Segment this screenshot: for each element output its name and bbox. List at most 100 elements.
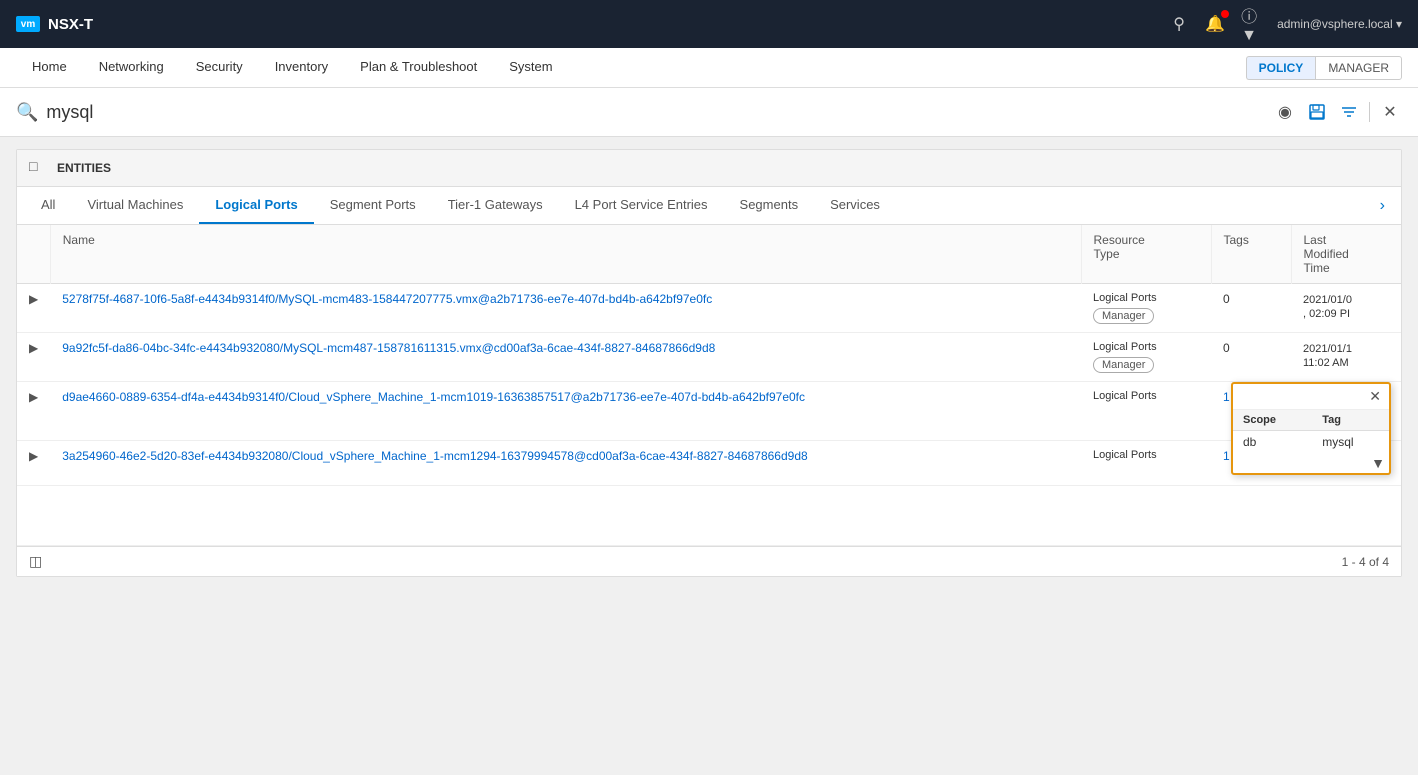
table-row: ▶ 5278f75f-4687-10f6-5a8f-e4434b9314f0/M… [17, 284, 1401, 333]
notification-badge [1221, 10, 1229, 18]
nav-mode-buttons: POLICY MANAGER [1246, 48, 1402, 87]
close-search-button[interactable]: ✕ [1378, 100, 1402, 124]
save-search-button[interactable] [1305, 100, 1329, 124]
tab-all[interactable]: All [25, 187, 71, 224]
content-area: □ ENTITIES All Virtual Machines Logical … [0, 137, 1418, 589]
layout-icon[interactable]: ◫ [29, 553, 42, 570]
row2-resource-type: Logical Ports [1093, 341, 1199, 353]
nav-networking-label: Networking [99, 59, 164, 74]
expand-row2-button[interactable]: ▶ [29, 341, 38, 355]
tab-segment-ports-label: Segment Ports [330, 197, 416, 212]
search-icon[interactable]: ⚲ [1169, 14, 1189, 34]
topbar: vm NSX-T ⚲ 🔔 ⓘ ▼ admin@vsphere.local ▾ [0, 0, 1418, 48]
tab-tier1-gateways-label: Tier-1 Gateways [448, 197, 543, 212]
expand-row4-button[interactable]: ▶ [29, 449, 38, 463]
tab-all-label: All [41, 197, 55, 212]
col-tags: Tags [1211, 225, 1291, 284]
tags-popup-header: ✕ [1233, 384, 1389, 410]
tab-segments[interactable]: Segments [724, 187, 815, 224]
empty-row [17, 486, 1401, 546]
row2-tags-count: 0 [1223, 341, 1230, 355]
table-row: ▶ d9ae4660-0889-6354-df4a-e4434b9314f0/C… [17, 382, 1401, 441]
popup-scroll-down[interactable]: ▼ [1233, 453, 1389, 473]
nav-inventory[interactable]: Inventory [259, 48, 344, 87]
scope-value: db [1233, 431, 1312, 454]
scope-col-header: Scope [1233, 410, 1312, 431]
manager-button[interactable]: MANAGER [1315, 56, 1402, 80]
results-table: Name Resource Type Tags Last Modified Ti… [17, 225, 1401, 546]
row3-tags-count[interactable]: 1 [1223, 390, 1230, 404]
col-resource-type: Resource Type [1081, 225, 1211, 284]
col-last-modified: Last Modified Time [1291, 225, 1401, 284]
app-logo: vm NSX-T [16, 16, 93, 33]
user-menu[interactable]: admin@vsphere.local ▾ [1277, 17, 1402, 31]
tab-logical-ports[interactable]: Logical Ports [199, 187, 313, 224]
tabs-row: All Virtual Machines Logical Ports Segme… [17, 187, 1401, 225]
search-actions: ◉ ✕ [1273, 100, 1402, 124]
row1-resource-type: Logical Ports [1093, 292, 1199, 304]
search-bar: 🔍 ◉ ✕ [0, 88, 1418, 137]
tag-value: mysql [1312, 431, 1389, 454]
entities-header: □ ENTITIES [17, 150, 1401, 187]
row4-tags-count[interactable]: 1 [1223, 449, 1230, 463]
row4-resource-type: Logical Ports [1093, 449, 1199, 461]
tags-popup-close-button[interactable]: ✕ [1369, 388, 1381, 405]
row1-date: 2021/01/0 , 02:09 PI [1303, 294, 1352, 320]
search-input[interactable] [46, 102, 1263, 123]
tab-tier1-gateways[interactable]: Tier-1 Gateways [432, 187, 559, 224]
nav-home-label: Home [32, 59, 67, 74]
search-icon-large: 🔍 [16, 102, 38, 123]
expand-row1-button[interactable]: ▶ [29, 292, 38, 306]
row3-name-link[interactable]: d9ae4660-0889-6354-df4a-e4434b9314f0/Clo… [62, 390, 805, 404]
row4-name-link[interactable]: 3a254960-46e2-5d20-83ef-e4434b932080/Clo… [62, 449, 807, 463]
filter-button[interactable] [1337, 100, 1361, 124]
nav-plan-troubleshoot-label: Plan & Troubleshoot [360, 59, 477, 74]
bell-icon[interactable]: 🔔 [1205, 14, 1225, 34]
tags-popup-table: Scope Tag db mysql [1233, 410, 1389, 453]
tab-segments-label: Segments [740, 197, 799, 212]
row3-resource-type: Logical Ports [1093, 390, 1199, 402]
vm-icon: vm [16, 16, 40, 32]
expand-row3-button[interactable]: ▶ [29, 390, 38, 404]
topbar-actions: ⚲ 🔔 ⓘ ▼ admin@vsphere.local ▾ [1169, 14, 1402, 34]
nav-system-label: System [509, 59, 552, 74]
user-text: admin@vsphere.local ▾ [1277, 17, 1402, 31]
row2-name-link[interactable]: 9a92fc5f-da86-04bc-34fc-e4434b932080/MyS… [62, 341, 715, 355]
policy-button[interactable]: POLICY [1246, 56, 1316, 80]
search-input-wrapper: 🔍 [16, 102, 1263, 123]
pagination-text: 1 - 4 of 4 [1342, 555, 1389, 569]
nav-home[interactable]: Home [16, 48, 83, 87]
tabs-next-arrow[interactable]: › [1372, 197, 1393, 215]
nav-inventory-label: Inventory [275, 59, 328, 74]
entities-section: □ ENTITIES All Virtual Machines Logical … [16, 149, 1402, 577]
row1-name-link[interactable]: 5278f75f-4687-10f6-5a8f-e4434b9314f0/MyS… [62, 292, 712, 306]
tab-services-label: Services [830, 197, 880, 212]
row2-manager-badge: Manager [1093, 357, 1154, 373]
status-bar: ◫ 1 - 4 of 4 [17, 546, 1401, 576]
tab-segment-ports[interactable]: Segment Ports [314, 187, 432, 224]
table-container: Name Resource Type Tags Last Modified Ti… [17, 225, 1401, 546]
help-icon[interactable]: ⓘ ▼ [1241, 14, 1261, 34]
tab-virtual-machines[interactable]: Virtual Machines [71, 187, 199, 224]
col-name: Name [50, 225, 1081, 284]
tags-popup: ✕ Scope Tag [1231, 382, 1391, 475]
clear-search-button[interactable]: ◉ [1273, 100, 1297, 124]
nav-plan-troubleshoot[interactable]: Plan & Troubleshoot [344, 48, 493, 87]
row1-manager-badge: Manager [1093, 308, 1154, 324]
navbar: Home Networking Security Inventory Plan … [0, 48, 1418, 88]
search-divider [1369, 102, 1370, 122]
app-title: NSX-T [48, 16, 93, 33]
row2-date: 2021/01/1 11:02 AM [1303, 343, 1352, 369]
nav-security-label: Security [196, 59, 243, 74]
tab-logical-ports-label: Logical Ports [215, 197, 297, 212]
nav-networking[interactable]: Networking [83, 48, 180, 87]
tab-services[interactable]: Services [814, 187, 896, 224]
tag-col-header: Tag [1312, 410, 1389, 431]
tab-l4-port-service[interactable]: L4 Port Service Entries [559, 187, 724, 224]
row1-tags-count: 0 [1223, 292, 1230, 306]
col-expand [17, 225, 50, 284]
nav-system[interactable]: System [493, 48, 568, 87]
table-row: ▶ 9a92fc5f-da86-04bc-34fc-e4434b932080/M… [17, 333, 1401, 382]
nav-security[interactable]: Security [180, 48, 259, 87]
table-row: ▶ 3a254960-46e2-5d20-83ef-e4434b932080/C… [17, 441, 1401, 486]
